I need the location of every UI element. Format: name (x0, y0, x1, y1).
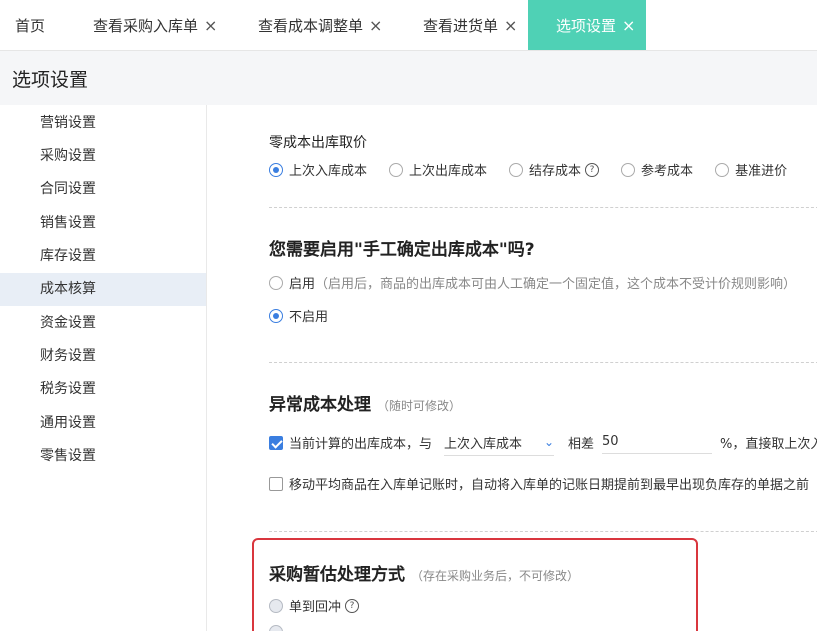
settings-content: 零成本出库取价 上次入库成本 上次出库成本 结存成本 ? 参考成本 基准进价 您… (207, 105, 817, 631)
checkbox[interactable] (269, 435, 283, 450)
zero-cost-title: 零成本出库取价 (269, 135, 367, 151)
help-icon[interactable]: ? (345, 598, 360, 613)
difference-percent-input[interactable]: 50 (602, 431, 713, 454)
radio-icon[interactable] (621, 162, 636, 177)
section-divider (269, 531, 817, 532)
sidebar-item-inventory[interactable]: 库存设置 (0, 240, 206, 273)
radio-icon[interactable] (715, 162, 730, 177)
select-value: 上次入库成本 (444, 436, 523, 452)
sidebar-item-sales[interactable]: 销售设置 (0, 207, 206, 240)
zero-cost-option-last-in[interactable]: 上次入库成本 (269, 160, 367, 179)
abnormal-cost-title-text: 异常成本处理 (269, 395, 371, 415)
radio-icon[interactable] (509, 162, 524, 177)
radio-icon[interactable] (269, 162, 283, 177)
tab-label: 查看采购入库单 (93, 16, 199, 35)
chevron-down-icon: ⌄ (543, 435, 555, 449)
option-label: 结存成本 (529, 164, 582, 179)
sidebar-item-purchase[interactable]: 采购设置 (0, 140, 206, 173)
abnormal-cost-title: 异常成本处理 （随时可修改） (269, 390, 461, 415)
sidebar-item-retail[interactable]: 零售设置 (0, 440, 206, 473)
radio-icon[interactable] (269, 275, 283, 290)
rule1-mid: 相差 (568, 437, 595, 452)
sidebar-item-funds[interactable]: 资金设置 (0, 307, 206, 340)
rule1-suffix: %，直接取上次入库 (720, 437, 817, 452)
manual-cost-enable[interactable]: 启用 （启用后，商品的出库成本可由人工确定一个固定值，这个成本不受计价规则影响） (269, 273, 796, 292)
sidebar-item-finance[interactable]: 财务设置 (0, 340, 206, 373)
option-label: 基准进价 (735, 164, 788, 179)
disable-label: 不启用 (289, 310, 329, 325)
manual-cost-disable[interactable]: 不启用 (269, 306, 328, 325)
radio-icon[interactable] (269, 598, 283, 613)
enable-label: 启用 (289, 277, 316, 292)
purchase-estimate-option1[interactable]: 单到回冲 ? (269, 596, 360, 615)
close-icon[interactable]: × (504, 16, 517, 35)
cost-source-select[interactable]: 上次入库成本 ⌄ (444, 429, 555, 456)
close-icon[interactable]: × (622, 16, 635, 35)
manual-cost-title: 您需要启用"手工确定出库成本"吗? (269, 240, 535, 260)
option-label: 参考成本 (641, 164, 694, 179)
section-divider (269, 362, 817, 363)
rule2-text: 移动平均商品在入库单记账时，自动将入库单的记账日期提前到最早出现负库存的单据之前 (289, 478, 810, 493)
zero-cost-options: 上次入库成本 上次出库成本 结存成本 ? 参考成本 基准进价 (269, 160, 809, 179)
zero-cost-option-base-price[interactable]: 基准进价 (715, 160, 787, 179)
tab-view-purchase-receipt[interactable]: 查看采购入库单 × (93, 0, 217, 50)
sidebar-item-tax[interactable]: 税务设置 (0, 373, 206, 406)
tab-bar: 首页 查看采购入库单 × 查看成本调整单 × 查看进货单 × 选项设置 × (0, 0, 817, 51)
option-label: 上次入库成本 (289, 164, 368, 179)
radio-icon[interactable] (269, 308, 283, 323)
radio-icon[interactable] (269, 625, 283, 631)
section-divider (269, 207, 817, 208)
help-icon[interactable]: ? (585, 162, 600, 177)
checkbox[interactable] (269, 476, 283, 491)
abnormal-cost-rule1: 当前计算的出库成本，与 上次入库成本 ⌄ 相差 50 %，直接取上次入库 (269, 429, 817, 456)
zero-cost-option-balance[interactable]: 结存成本 ? (509, 160, 600, 179)
zero-cost-option-last-out[interactable]: 上次出库成本 (389, 160, 487, 179)
tab-view-cost-adjustment[interactable]: 查看成本调整单 × (258, 0, 382, 50)
tab-label: 查看进货单 (423, 16, 499, 35)
tab-home[interactable]: 首页 (15, 0, 45, 50)
tab-label: 选项设置 (556, 16, 617, 35)
purchase-estimate-option2[interactable] (269, 625, 289, 631)
close-icon[interactable]: × (369, 16, 382, 35)
sidebar-item-marketing[interactable]: 营销设置 (0, 107, 206, 140)
option-label: 上次出库成本 (409, 164, 488, 179)
enable-hint: （启用后，商品的出库成本可由人工确定一个固定值，这个成本不受计价规则影响） (315, 277, 797, 292)
tab-label: 查看成本调整单 (258, 16, 364, 35)
sidebar-item-general[interactable]: 通用设置 (0, 407, 206, 440)
purchase-estimate-hint: （存在采购业务后，不可修改） (411, 569, 580, 583)
option-label: 单到回冲 (289, 600, 342, 615)
sidebar-item-costing[interactable]: 成本核算 (0, 273, 206, 306)
tab-label: 首页 (15, 16, 46, 35)
abnormal-cost-rule2: 移动平均商品在入库单记账时，自动将入库单的记账日期提前到最早出现负库存的单据之前 (269, 474, 809, 493)
sidebar: 营销设置 采购设置 合同设置 销售设置 库存设置 成本核算 资金设置 财务设置 … (0, 105, 207, 631)
zero-cost-option-reference[interactable]: 参考成本 (621, 160, 693, 179)
page-header: 选项设置 (0, 51, 817, 105)
page-title: 选项设置 (12, 69, 89, 91)
rule1-prefix: 当前计算的出库成本，与 (289, 437, 433, 452)
tab-view-stock-in[interactable]: 查看进货单 × (423, 0, 517, 50)
sidebar-item-contract[interactable]: 合同设置 (0, 173, 206, 206)
radio-icon[interactable] (389, 162, 404, 177)
close-icon[interactable]: × (204, 16, 217, 35)
abnormal-cost-hint: （随时可修改） (377, 399, 462, 413)
purchase-estimate-title-text: 采购暂估处理方式 (269, 565, 405, 585)
tab-options-settings[interactable]: 选项设置 × (528, 0, 646, 50)
purchase-estimate-title: 采购暂估处理方式 （存在采购业务后，不可修改） (269, 560, 579, 585)
